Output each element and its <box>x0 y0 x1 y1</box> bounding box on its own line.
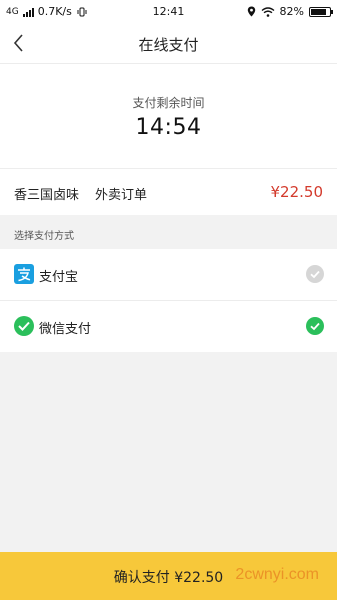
store-name: 香三国卤味 <box>14 188 80 203</box>
order-price: ¥22.50 <box>270 183 324 201</box>
battery-icon <box>309 6 333 17</box>
nav-bar: 在线支付 <box>0 24 337 64</box>
location-icon <box>247 6 255 17</box>
check-circle-icon[interactable] <box>306 265 324 283</box>
confirm-payment-button[interactable]: 确认支付 ¥22.50 2cwnyi.com <box>0 552 337 600</box>
payment-option-wechat[interactable]: 微信支付 <box>0 301 337 352</box>
status-right: 82% <box>247 5 333 18</box>
page-title: 在线支付 <box>138 36 199 54</box>
payment-method-list: 支付宝 微信支付 <box>0 249 337 352</box>
battery-percent: 82% <box>279 5 304 18</box>
order-type: 外卖订单 <box>95 188 148 203</box>
battery-fill <box>311 8 326 15</box>
timer-label: 支付剩余时间 <box>132 96 205 110</box>
payment-option-label: 支付宝 <box>39 270 79 285</box>
timer-section: 支付剩余时间 14:54 <box>0 64 337 169</box>
timer-value: 14:54 <box>135 115 202 140</box>
payment-option-label: 微信支付 <box>39 322 92 337</box>
wechat-icon <box>14 316 34 336</box>
watermark: 2cwnyi.com <box>235 566 319 583</box>
check-circle-icon[interactable] <box>306 317 324 335</box>
payment-section-label: 选择支付方式 <box>14 231 74 242</box>
status-bar: 4G 0.7K/s 12:41 82% <box>0 0 337 24</box>
wifi-icon <box>261 6 274 17</box>
order-summary: 香三国卤味 外卖订单 ¥22.50 <box>0 169 337 215</box>
alipay-icon <box>14 264 34 284</box>
payment-option-alipay[interactable]: 支付宝 <box>0 249 337 301</box>
